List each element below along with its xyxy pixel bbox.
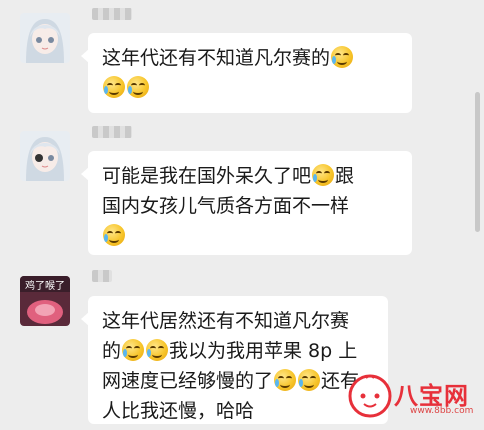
sender-name-redacted [92,270,112,282]
anime-avatar-icon [20,131,70,181]
face-with-tears-of-joy-icon [298,369,321,391]
message-text: 可能是我在国外呆久了吧 [102,165,312,187]
avatar[interactable]: 鸡了喉了 [20,276,70,326]
scrollbar[interactable] [475,92,480,232]
sender-name-redacted [92,126,132,138]
message-text: 我以为我用苹果 8p 上 [169,340,358,362]
face-with-tears-of-joy-icon [331,46,354,68]
watermark-logo: 八宝网 www.8bb.com [348,370,476,422]
face-with-tears-of-joy-icon [122,339,145,361]
message-line [102,73,398,103]
message-line: 的 我以为我用苹果 8p 上 [102,336,374,366]
message-line: 这年代居然还有不知道凡尔赛 [102,306,374,336]
message-line: 这年代还有不知道凡尔赛的 [102,43,398,73]
message-text: 人比我还慢，哈哈 [102,400,255,422]
face-with-tears-of-joy-icon [127,76,149,98]
face-with-tears-of-joy-icon [274,369,297,391]
avatar-caption: 鸡了喉了 [25,281,65,292]
face-with-tears-of-joy-icon [312,164,335,186]
message-line: 可能是我在国外呆久了吧 跟 [102,161,398,191]
message-line: 人比我还慢，哈哈 [102,396,374,426]
baby-face-icon [348,374,392,418]
message-bubble[interactable]: 这年代居然还有不知道凡尔赛 的我以为我用苹果 8p 上 网速度已经够慢的了 还有 … [81,296,388,426]
message-text: 网速度已经够慢的了 [102,370,274,392]
sender-name-redacted [92,8,132,20]
avatar[interactable] [20,13,70,63]
message-line: 国内女孩儿气质各方面不一样 [102,191,398,221]
message-text: 国内女孩儿气质各方面不一样 [102,195,350,217]
face-with-tears-of-joy-icon [103,224,125,246]
message-text: 跟 [335,165,355,187]
face-with-tears-of-joy-icon [103,76,125,98]
message-text: 这年代还有不知道凡尔赛的 [102,47,331,69]
message-text: 的 [102,340,122,362]
chat-view: 这年代还有不知道凡尔赛的 可能是我在国外呆久了吧跟 国内女孩儿气质各方面不一样 … [0,0,484,430]
message-bubble[interactable]: 可能是我在国外呆久了吧 跟 国内女孩儿气质各方面不一样 [81,151,412,255]
message-text: 这年代居然还有不知道凡尔赛 [102,310,350,332]
face-with-tears-of-joy-icon [146,339,169,361]
message-line [102,221,398,251]
message-bubble[interactable]: 这年代还有不知道凡尔赛的 [81,33,412,113]
message-line: 网速度已经够慢的了 还有 [102,366,374,396]
anime-avatar-icon [20,13,70,63]
avatar[interactable] [20,131,70,181]
watermark-url: www.8bb.com [410,406,474,416]
